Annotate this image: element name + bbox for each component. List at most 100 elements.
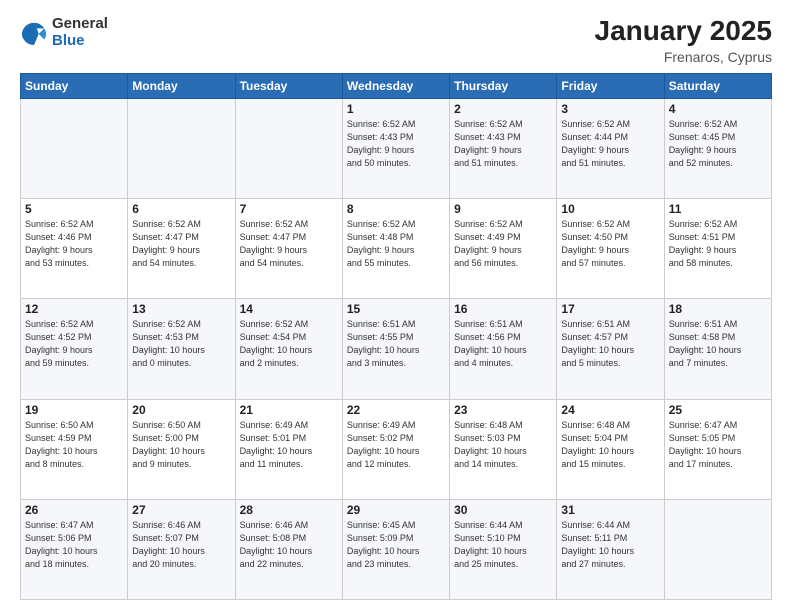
day-info: Sunrise: 6:51 AM Sunset: 4:58 PM Dayligh…	[669, 318, 767, 370]
calendar-cell: 29 Sunrise: 6:45 AM Sunset: 5:09 PM Dayli…	[342, 499, 449, 599]
day-number: 21	[240, 403, 338, 417]
weekday-wednesday: Wednesday	[342, 73, 449, 98]
weekday-thursday: Thursday	[450, 73, 557, 98]
page: General Blue January 2025 Frenaros, Cypr…	[0, 0, 792, 612]
day-info: Sunrise: 6:52 AM Sunset: 4:47 PM Dayligh…	[132, 218, 230, 270]
day-number: 28	[240, 503, 338, 517]
day-info: Sunrise: 6:52 AM Sunset: 4:45 PM Dayligh…	[669, 118, 767, 170]
day-number: 13	[132, 302, 230, 316]
calendar-cell: 3Sunrise: 6:52 AM Sunset: 4:44 PM Daylig…	[557, 98, 664, 198]
day-info: Sunrise: 6:52 AM Sunset: 4:49 PM Dayligh…	[454, 218, 552, 270]
day-number: 19	[25, 403, 123, 417]
calendar-cell: 11Sunrise: 6:52 AM Sunset: 4:51 PM Dayli…	[664, 199, 771, 299]
calendar-week-5: 26Sunrise: 6:47 AM Sunset: 5:06 PM Dayli…	[21, 499, 772, 599]
calendar-cell: 21 Sunrise: 6:49 AM Sunset: 5:01 PM Dayli…	[235, 399, 342, 499]
day-number: 31	[561, 503, 659, 517]
day-info: Sunrise: 6:52 AM Sunset: 4:54 PM Dayligh…	[240, 318, 338, 370]
day-info: Sunrise: 6:50 AM Sunset: 4:59 PM Dayligh…	[25, 419, 123, 471]
day-info: Sunrise: 6:44 AM Sunset: 5:11 PM Dayligh…	[561, 519, 659, 571]
day-number: 27	[132, 503, 230, 517]
weekday-sunday: Sunday	[21, 73, 128, 98]
day-number: 23	[454, 403, 552, 417]
calendar-cell: 27 Sunrise: 6:46 AM Sunset: 5:07 PM Dayli…	[128, 499, 235, 599]
day-info: Sunrise: 6:52 AM Sunset: 4:52 PM Dayligh…	[25, 318, 123, 370]
logo-text: General Blue	[52, 16, 108, 49]
day-number: 29	[347, 503, 445, 517]
day-info: Sunrise: 6:52 AM Sunset: 4:47 PM Dayligh…	[240, 218, 338, 270]
calendar-cell: 4 Sunrise: 6:52 AM Sunset: 4:45 PM Daylig…	[664, 98, 771, 198]
calendar-cell: 9 Sunrise: 6:52 AM Sunset: 4:49 PM Daylig…	[450, 199, 557, 299]
day-info: Sunrise: 6:52 AM Sunset: 4:53 PM Dayligh…	[132, 318, 230, 370]
day-info: Sunrise: 6:49 AM Sunset: 5:02 PM Dayligh…	[347, 419, 445, 471]
day-info: Sunrise: 6:47 AM Sunset: 5:05 PM Dayligh…	[669, 419, 767, 471]
day-info: Sunrise: 6:52 AM Sunset: 4:46 PM Dayligh…	[25, 218, 123, 270]
calendar-cell: 13 Sunrise: 6:52 AM Sunset: 4:53 PM Dayli…	[128, 299, 235, 399]
calendar-cell	[128, 98, 235, 198]
calendar-cell: 10 Sunrise: 6:52 AM Sunset: 4:50 PM Dayli…	[557, 199, 664, 299]
calendar-cell	[21, 98, 128, 198]
calendar-cell: 16 Sunrise: 6:51 AM Sunset: 4:56 PM Dayli…	[450, 299, 557, 399]
calendar-cell	[664, 499, 771, 599]
header: General Blue January 2025 Frenaros, Cypr…	[20, 16, 772, 65]
day-number: 12	[25, 302, 123, 316]
day-number: 2	[454, 102, 552, 116]
day-info: Sunrise: 6:51 AM Sunset: 4:56 PM Dayligh…	[454, 318, 552, 370]
calendar-week-1: 1 Sunrise: 6:52 AM Sunset: 4:43 PM Daylig…	[21, 98, 772, 198]
month-year: January 2025	[595, 16, 772, 47]
day-number: 24	[561, 403, 659, 417]
day-number: 10	[561, 202, 659, 216]
day-number: 4	[669, 102, 767, 116]
calendar-cell: 19 Sunrise: 6:50 AM Sunset: 4:59 PM Dayli…	[21, 399, 128, 499]
day-number: 14	[240, 302, 338, 316]
calendar-cell: 15Sunrise: 6:51 AM Sunset: 4:55 PM Dayli…	[342, 299, 449, 399]
calendar-cell: 7 Sunrise: 6:52 AM Sunset: 4:47 PM Daylig…	[235, 199, 342, 299]
day-info: Sunrise: 6:45 AM Sunset: 5:09 PM Dayligh…	[347, 519, 445, 571]
day-number: 3	[561, 102, 659, 116]
day-number: 16	[454, 302, 552, 316]
day-info: Sunrise: 6:50 AM Sunset: 5:00 PM Dayligh…	[132, 419, 230, 471]
day-number: 18	[669, 302, 767, 316]
day-info: Sunrise: 6:52 AM Sunset: 4:50 PM Dayligh…	[561, 218, 659, 270]
calendar-cell: 18 Sunrise: 6:51 AM Sunset: 4:58 PM Dayli…	[664, 299, 771, 399]
day-number: 6	[132, 202, 230, 216]
day-number: 9	[454, 202, 552, 216]
day-info: Sunrise: 6:46 AM Sunset: 5:07 PM Dayligh…	[132, 519, 230, 571]
calendar-cell: 5 Sunrise: 6:52 AM Sunset: 4:46 PM Daylig…	[21, 199, 128, 299]
calendar-cell: 26Sunrise: 6:47 AM Sunset: 5:06 PM Dayli…	[21, 499, 128, 599]
calendar-cell: 28 Sunrise: 6:46 AM Sunset: 5:08 PM Dayli…	[235, 499, 342, 599]
day-info: Sunrise: 6:51 AM Sunset: 4:57 PM Dayligh…	[561, 318, 659, 370]
day-info: Sunrise: 6:49 AM Sunset: 5:01 PM Dayligh…	[240, 419, 338, 471]
day-number: 1	[347, 102, 445, 116]
day-number: 25	[669, 403, 767, 417]
calendar-cell: 20 Sunrise: 6:50 AM Sunset: 5:00 PM Dayli…	[128, 399, 235, 499]
weekday-friday: Friday	[557, 73, 664, 98]
day-number: 20	[132, 403, 230, 417]
calendar-cell: 23 Sunrise: 6:48 AM Sunset: 5:03 PM Dayli…	[450, 399, 557, 499]
day-number: 7	[240, 202, 338, 216]
logo: General Blue	[20, 16, 108, 49]
calendar-table: SundayMondayTuesdayWednesdayThursdayFrid…	[20, 73, 772, 600]
day-info: Sunrise: 6:52 AM Sunset: 4:43 PM Dayligh…	[347, 118, 445, 170]
day-info: Sunrise: 6:46 AM Sunset: 5:08 PM Dayligh…	[240, 519, 338, 571]
calendar-cell: 6 Sunrise: 6:52 AM Sunset: 4:47 PM Daylig…	[128, 199, 235, 299]
weekday-header-row: SundayMondayTuesdayWednesdayThursdayFrid…	[21, 73, 772, 98]
logo-blue: Blue	[52, 33, 108, 50]
calendar-cell: 2 Sunrise: 6:52 AM Sunset: 4:43 PM Daylig…	[450, 98, 557, 198]
day-number: 5	[25, 202, 123, 216]
day-info: Sunrise: 6:48 AM Sunset: 5:04 PM Dayligh…	[561, 419, 659, 471]
day-info: Sunrise: 6:52 AM Sunset: 4:51 PM Dayligh…	[669, 218, 767, 270]
day-number: 8	[347, 202, 445, 216]
calendar-week-2: 5 Sunrise: 6:52 AM Sunset: 4:46 PM Daylig…	[21, 199, 772, 299]
calendar-cell: 24 Sunrise: 6:48 AM Sunset: 5:04 PM Dayli…	[557, 399, 664, 499]
calendar-week-4: 19 Sunrise: 6:50 AM Sunset: 4:59 PM Dayli…	[21, 399, 772, 499]
calendar-cell: 25 Sunrise: 6:47 AM Sunset: 5:05 PM Dayli…	[664, 399, 771, 499]
calendar-cell: 1 Sunrise: 6:52 AM Sunset: 4:43 PM Daylig…	[342, 98, 449, 198]
day-info: Sunrise: 6:52 AM Sunset: 4:43 PM Dayligh…	[454, 118, 552, 170]
weekday-tuesday: Tuesday	[235, 73, 342, 98]
day-info: Sunrise: 6:52 AM Sunset: 4:48 PM Dayligh…	[347, 218, 445, 270]
calendar-cell: 8 Sunrise: 6:52 AM Sunset: 4:48 PM Daylig…	[342, 199, 449, 299]
calendar-cell	[235, 98, 342, 198]
day-info: Sunrise: 6:48 AM Sunset: 5:03 PM Dayligh…	[454, 419, 552, 471]
calendar-cell: 17Sunrise: 6:51 AM Sunset: 4:57 PM Dayli…	[557, 299, 664, 399]
day-number: 26	[25, 503, 123, 517]
